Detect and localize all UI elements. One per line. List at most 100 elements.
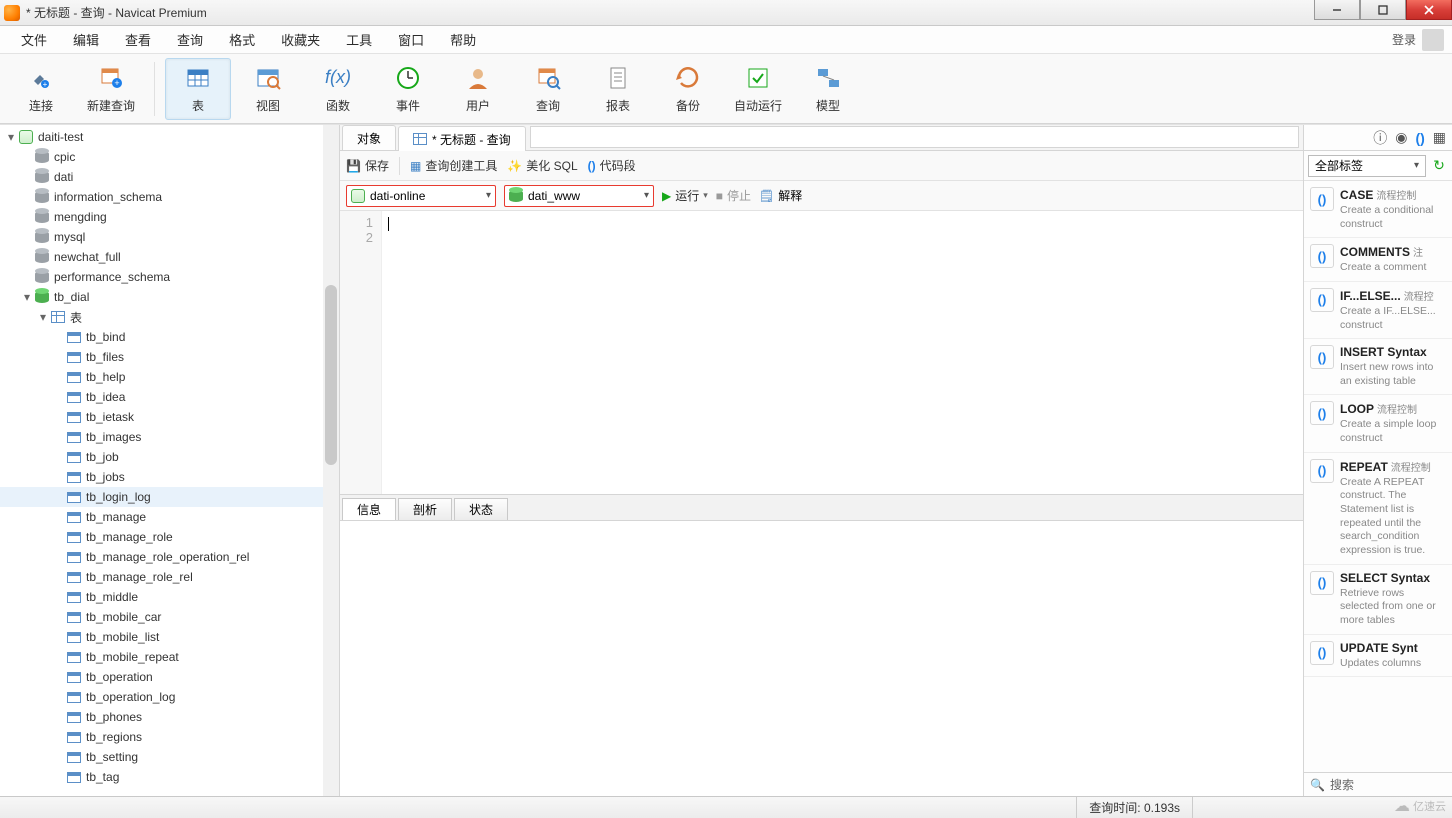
connection-combo[interactable]: dati-online ▾ [346,185,496,207]
refresh-icon[interactable]: ↻ [1430,157,1448,175]
tree-db-newchat_full[interactable]: newchat_full [0,247,339,267]
tree-table-tb_job[interactable]: tb_job [0,447,339,467]
tb-query[interactable]: 查询 [515,58,581,120]
tree-table-tb_mobile_repeat[interactable]: tb_mobile_repeat [0,647,339,667]
tree-tables-folder[interactable]: ▾表 [0,307,339,327]
tree-db-cpic[interactable]: cpic [0,147,339,167]
tree-table-tb_idea[interactable]: tb_idea [0,387,339,407]
snippet-item[interactable]: () COMMENTS注 Create a comment [1304,238,1452,282]
tb-report[interactable]: 报表 [585,58,651,120]
snippet-desc: Retrieve rows selected from one or more … [1340,587,1446,628]
tb-new-query[interactable]: + 新建查询 [78,58,144,120]
tree-table-tb_login_log[interactable]: tb_login_log [0,487,339,507]
menu-file[interactable]: 文件 [8,26,60,53]
close-button[interactable] [1406,0,1452,20]
beautify-button[interactable]: ✨ 美化 SQL [507,157,577,174]
tree-table-tb_setting[interactable]: tb_setting [0,747,339,767]
tree-table-tb_bind[interactable]: tb_bind [0,327,339,347]
tree-item-icon [34,289,50,305]
tb-model[interactable]: 模型 [795,58,861,120]
tree-table-tb_operation_log[interactable]: tb_operation_log [0,687,339,707]
explain-button[interactable]: 🗒 解释 [759,187,802,204]
tree-db-dati[interactable]: dati [0,167,339,187]
tb-user[interactable]: 用户 [445,58,511,120]
tb-automation[interactable]: 自动运行 [725,58,791,120]
tree-db-mysql[interactable]: mysql [0,227,339,247]
editor-code[interactable] [382,211,1303,494]
eye-icon[interactable]: ◉ [1395,129,1407,146]
tree-table-tb_middle[interactable]: tb_middle [0,587,339,607]
tree-db-open[interactable]: ▾tb_dial [0,287,339,307]
menu-favorites[interactable]: 收藏夹 [268,26,333,53]
menu-window[interactable]: 窗口 [385,26,437,53]
tree-table-tb_regions[interactable]: tb_regions [0,727,339,747]
tree-table-tb_jobs[interactable]: tb_jobs [0,467,339,487]
tree-item-icon [66,549,82,565]
tab-objects[interactable]: 对象 [342,125,396,150]
tb-view[interactable]: 视图 [235,58,301,120]
grid-icon[interactable]: ▦ [1433,129,1446,146]
snippet-panel-icon[interactable]: () [1415,130,1424,146]
tree-item-label: tb_images [86,430,141,444]
tree-table-tb_help[interactable]: tb_help [0,367,339,387]
sql-editor[interactable]: 1 2 [340,211,1303,494]
tree-table-tb_images[interactable]: tb_images [0,427,339,447]
snippet-item[interactable]: () INSERT Syntax Insert new rows into an… [1304,339,1452,395]
snippet-item[interactable]: () LOOP流程控制 Create a simple loop constru… [1304,395,1452,452]
tree-scrollbar[interactable] [323,125,339,796]
tb-connect[interactable]: + 连接 [8,58,74,120]
tree-db-information_schema[interactable]: information_schema [0,187,339,207]
tb-event[interactable]: 事件 [375,58,441,120]
menu-tools[interactable]: 工具 [333,26,385,53]
tab-input[interactable] [530,126,1299,148]
tree-table-tb_mobile_list[interactable]: tb_mobile_list [0,627,339,647]
twisty-icon: ▾ [4,130,18,144]
tab-profile[interactable]: 剖析 [398,498,452,520]
tab-status[interactable]: 状态 [454,498,508,520]
tree-table-tb_manage_role_operation_rel[interactable]: tb_manage_role_operation_rel [0,547,339,567]
snippet-item[interactable]: () CASE流程控制 Create a conditional constru… [1304,181,1452,238]
menu-edit[interactable]: 编辑 [60,26,112,53]
line-number: 2 [348,230,373,245]
database-combo[interactable]: dati_www ▾ [504,185,654,207]
tree-table-tb_phones[interactable]: tb_phones [0,707,339,727]
tree-db-performance_schema[interactable]: performance_schema [0,267,339,287]
tree-table-tb_manage_role_rel[interactable]: tb_manage_role_rel [0,567,339,587]
maximize-button[interactable] [1360,0,1406,20]
table-icon [183,63,213,93]
query-builder-button[interactable]: ▦ 查询创建工具 [410,157,497,174]
avatar[interactable] [1422,29,1444,51]
tree-table-tb_ietask[interactable]: tb_ietask [0,407,339,427]
tree-db-mengding[interactable]: mengding [0,207,339,227]
menu-query[interactable]: 查询 [164,26,216,53]
tag-filter-combo[interactable]: 全部标签 [1308,155,1426,177]
tb-backup[interactable]: 备份 [655,58,721,120]
tb-table[interactable]: 表 [165,58,231,120]
menu-help[interactable]: 帮助 [437,26,489,53]
tab-info[interactable]: 信息 [342,498,396,520]
tree-table-tb_operation[interactable]: tb_operation [0,667,339,687]
tb-function[interactable]: f(x) 函数 [305,58,371,120]
menu-format[interactable]: 格式 [216,26,268,53]
minimize-button[interactable] [1314,0,1360,20]
connection-tree[interactable]: ▾daiti-testcpicdatiinformation_schemamen… [0,125,340,796]
menu-view[interactable]: 查看 [112,26,164,53]
tree-table-tb_tag[interactable]: tb_tag [0,767,339,787]
tab-query[interactable]: * 无标题 - 查询 [398,126,526,151]
tree-table-tb_manage_role[interactable]: tb_manage_role [0,527,339,547]
info-icon[interactable]: ⓘ [1373,128,1387,148]
svg-text:+: + [114,78,119,88]
tree-table-tb_files[interactable]: tb_files [0,347,339,367]
snippet-button[interactable]: () 代码段 [588,157,636,174]
snippet-item[interactable]: () IF...ELSE...流程控 Create a IF...ELSE...… [1304,282,1452,339]
tree-connection[interactable]: ▾daiti-test [0,127,339,147]
snippet-search[interactable]: 🔍 搜索 [1304,772,1452,796]
login-link[interactable]: 登录 [1392,31,1416,48]
tree-table-tb_mobile_car[interactable]: tb_mobile_car [0,607,339,627]
run-button[interactable]: ▶ 运行 ▾ [662,187,708,204]
snippet-item[interactable]: () UPDATE Synt Updates columns [1304,635,1452,678]
save-button[interactable]: 💾 保存 [346,157,389,174]
snippet-item[interactable]: () SELECT Syntax Retrieve rows selected … [1304,565,1452,635]
tree-table-tb_manage[interactable]: tb_manage [0,507,339,527]
snippet-item[interactable]: () REPEAT流程控制 Create A REPEAT construct.… [1304,453,1452,565]
